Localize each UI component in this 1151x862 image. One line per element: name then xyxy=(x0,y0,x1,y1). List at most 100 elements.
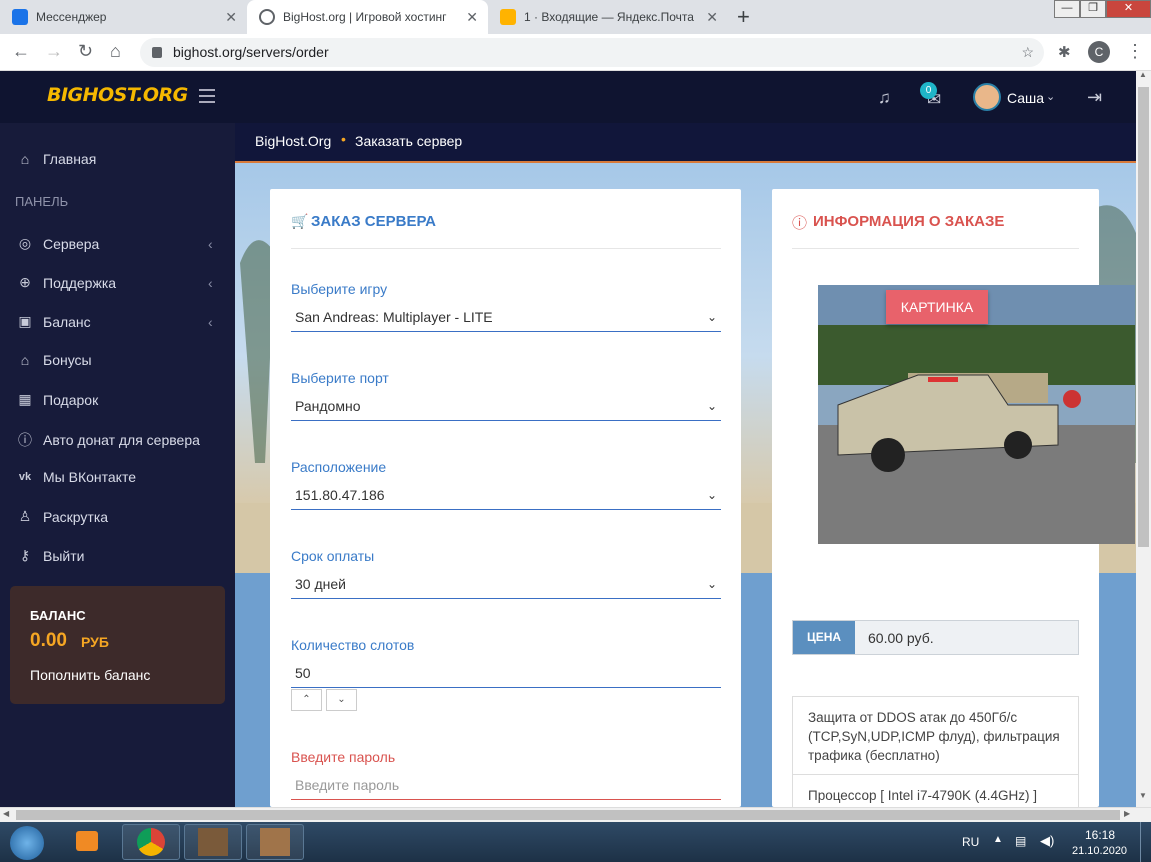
price-row: ЦЕНА 60.00 руб. xyxy=(792,620,1079,655)
network-icon[interactable]: ▤ xyxy=(1015,834,1026,848)
location-select[interactable]: 151.80.47.186 ⌄ xyxy=(291,480,721,510)
sidebar-item-balance[interactable]: ▣ Баланс ‹ xyxy=(16,313,212,330)
divider xyxy=(792,248,1079,249)
balance-widget: БАЛАНС 0.00 РУБ Пополнить баланс xyxy=(10,586,225,704)
sidebar-item-vk[interactable]: vk Мы ВКонтакте xyxy=(16,469,136,485)
term-select[interactable]: 30 дней ⌄ xyxy=(291,569,721,599)
horizontal-scrollbar[interactable]: ◀ ▶ xyxy=(0,807,1151,822)
present-icon: ▦ xyxy=(18,391,32,407)
scrollbar-thumb[interactable] xyxy=(16,810,1120,820)
profile-avatar[interactable]: C xyxy=(1088,41,1110,63)
chevron-down-icon: ⌄ xyxy=(706,488,717,502)
back-icon[interactable]: ← xyxy=(12,41,30,62)
taskbar-app-button[interactable] xyxy=(184,824,242,860)
home-icon: ⌂ xyxy=(20,151,30,167)
browser-tab[interactable]: Мессенджер ✕ xyxy=(0,0,247,34)
sidebar-item-bonuses[interactable]: ⌂ Бонусы xyxy=(16,352,92,368)
game-select[interactable]: San Andreas: Multiplayer - LITE ⌄ xyxy=(291,302,721,332)
minimize-button[interactable]: — xyxy=(1054,0,1080,18)
sidebar-item-label: Выйти xyxy=(43,547,85,564)
chevron-down-icon: ⌄ xyxy=(706,310,717,324)
breadcrumb-home[interactable]: BigHost.Org xyxy=(255,133,331,149)
game-icon xyxy=(198,828,228,856)
clock-time[interactable]: 16:18 xyxy=(1085,828,1115,842)
info-icon: ⓘ xyxy=(18,432,32,448)
slots-increment-button[interactable]: ⌃ xyxy=(291,689,322,711)
close-tab-icon[interactable]: ✕ xyxy=(706,9,718,26)
extensions-icon[interactable]: ✱ xyxy=(1058,43,1071,61)
tray-expand-icon[interactable]: ▲ xyxy=(993,834,1003,845)
sidebar-item-label: Авто донат для сервера xyxy=(43,432,200,448)
site-logo[interactable]: BIGHOST.ORG xyxy=(47,84,188,106)
balance-title: БАЛАНС xyxy=(30,608,86,623)
location-label: Расположение xyxy=(291,459,387,475)
sidebar-item-present[interactable]: ▦ Подарок xyxy=(16,391,98,408)
bell-icon[interactable]: ♫ xyxy=(878,88,891,108)
taskbar-chrome-button[interactable] xyxy=(122,824,180,860)
media-player-icon[interactable] xyxy=(76,831,98,851)
user-name[interactable]: Саша xyxy=(1007,90,1044,106)
price-value: 60.00 руб. xyxy=(868,630,934,646)
sidebar-item-logout[interactable]: ⚷ Выйти xyxy=(16,547,85,564)
home-icon[interactable]: ⌂ xyxy=(110,41,121,62)
browser-menu-icon[interactable]: ⋮ xyxy=(1126,41,1144,62)
forward-icon[interactable]: → xyxy=(45,41,63,62)
scroll-up-icon[interactable]: ▲ xyxy=(1139,70,1147,79)
slots-input-value: 50 xyxy=(295,665,311,681)
sidebar-item-servers[interactable]: ◎ Сервера ‹ xyxy=(16,235,213,252)
restore-button[interactable]: ❐ xyxy=(1080,0,1106,18)
cart-icon: 🛒 xyxy=(291,213,309,229)
close-tab-icon[interactable]: ✕ xyxy=(466,9,478,26)
sidebar-item-label: Мы ВКонтакте xyxy=(43,469,136,485)
start-button[interactable] xyxy=(10,826,44,860)
order-form-card: 🛒 ЗАКАЗ СЕРВЕРА Выберите игру San Andrea… xyxy=(270,189,741,807)
scroll-down-icon[interactable]: ▼ xyxy=(1139,791,1147,800)
messages-badge: 0 xyxy=(920,82,937,99)
sidebar-item-autodonate[interactable]: ⓘ Авто донат для сервера xyxy=(16,430,200,450)
bookmark-star-icon[interactable]: ☆ xyxy=(1021,38,1034,67)
divider xyxy=(291,248,721,249)
menu-toggle-icon[interactable] xyxy=(199,89,215,107)
topup-link[interactable]: Пополнить баланс xyxy=(30,667,150,683)
balance-amount: 0.00 xyxy=(30,630,67,651)
port-select[interactable]: Рандомно ⌄ xyxy=(291,391,721,421)
game-icon xyxy=(260,828,290,856)
vertical-scrollbar[interactable]: ▲ ▼ xyxy=(1136,70,1151,807)
messenger-icon xyxy=(12,9,28,25)
wallet-icon: ▣ xyxy=(18,313,32,329)
reload-icon[interactable]: ↻ xyxy=(78,41,93,62)
chevron-down-icon[interactable]: ⌄ xyxy=(1046,90,1055,103)
close-tab-icon[interactable]: ✕ xyxy=(225,9,237,26)
scroll-left-icon[interactable]: ◀ xyxy=(3,809,9,818)
scrollbar-thumb[interactable] xyxy=(1138,87,1149,547)
logout-icon[interactable]: ⇥ xyxy=(1087,87,1102,108)
show-desktop-button[interactable] xyxy=(1140,822,1151,862)
sidebar-item-label: Баланс xyxy=(43,313,91,330)
language-indicator[interactable]: RU xyxy=(962,835,979,849)
info-circle-icon: ⓘ xyxy=(792,215,808,232)
address-bar[interactable]: bighost.org/servers/order ☆ xyxy=(140,38,1044,67)
breadcrumb-separator: • xyxy=(341,131,346,147)
new-tab-button[interactable]: + xyxy=(737,4,750,30)
taskbar-app-button[interactable] xyxy=(246,824,304,860)
volume-icon[interactable]: ◀) xyxy=(1040,833,1054,849)
slots-input[interactable]: 50 xyxy=(291,658,721,688)
user-avatar[interactable] xyxy=(973,83,1001,111)
sidebar-item-home[interactable]: ⌂ Главная xyxy=(16,151,97,167)
sidebar-section-label: ПАНЕЛЬ xyxy=(15,194,69,209)
url-text: bighost.org/servers/order xyxy=(173,44,329,60)
clock-date[interactable]: 21.10.2020 xyxy=(1072,845,1127,857)
browser-tab[interactable]: 1 · Входящие — Яндекс.Почта ✕ xyxy=(488,0,728,34)
sidebar-item-promotion[interactable]: ♙ Раскрутка xyxy=(16,508,108,525)
sidebar-item-support[interactable]: ⊕ Поддержка ‹ xyxy=(16,274,213,291)
browser-tab-active[interactable]: BigHost.org | Игровой хостинг ✕ xyxy=(247,0,488,34)
sidebar-item-label: Подарок xyxy=(43,391,99,408)
close-window-button[interactable]: ✕ xyxy=(1106,0,1151,18)
scroll-right-icon[interactable]: ▶ xyxy=(1124,809,1130,818)
globe-icon xyxy=(259,9,275,25)
gift-icon: ⌂ xyxy=(20,352,30,368)
slots-decrement-button[interactable]: ⌄ xyxy=(326,689,357,711)
password-input[interactable]: Введите пароль xyxy=(291,770,721,800)
price-label: ЦЕНА xyxy=(793,621,855,654)
key-icon: ⚷ xyxy=(19,547,31,563)
